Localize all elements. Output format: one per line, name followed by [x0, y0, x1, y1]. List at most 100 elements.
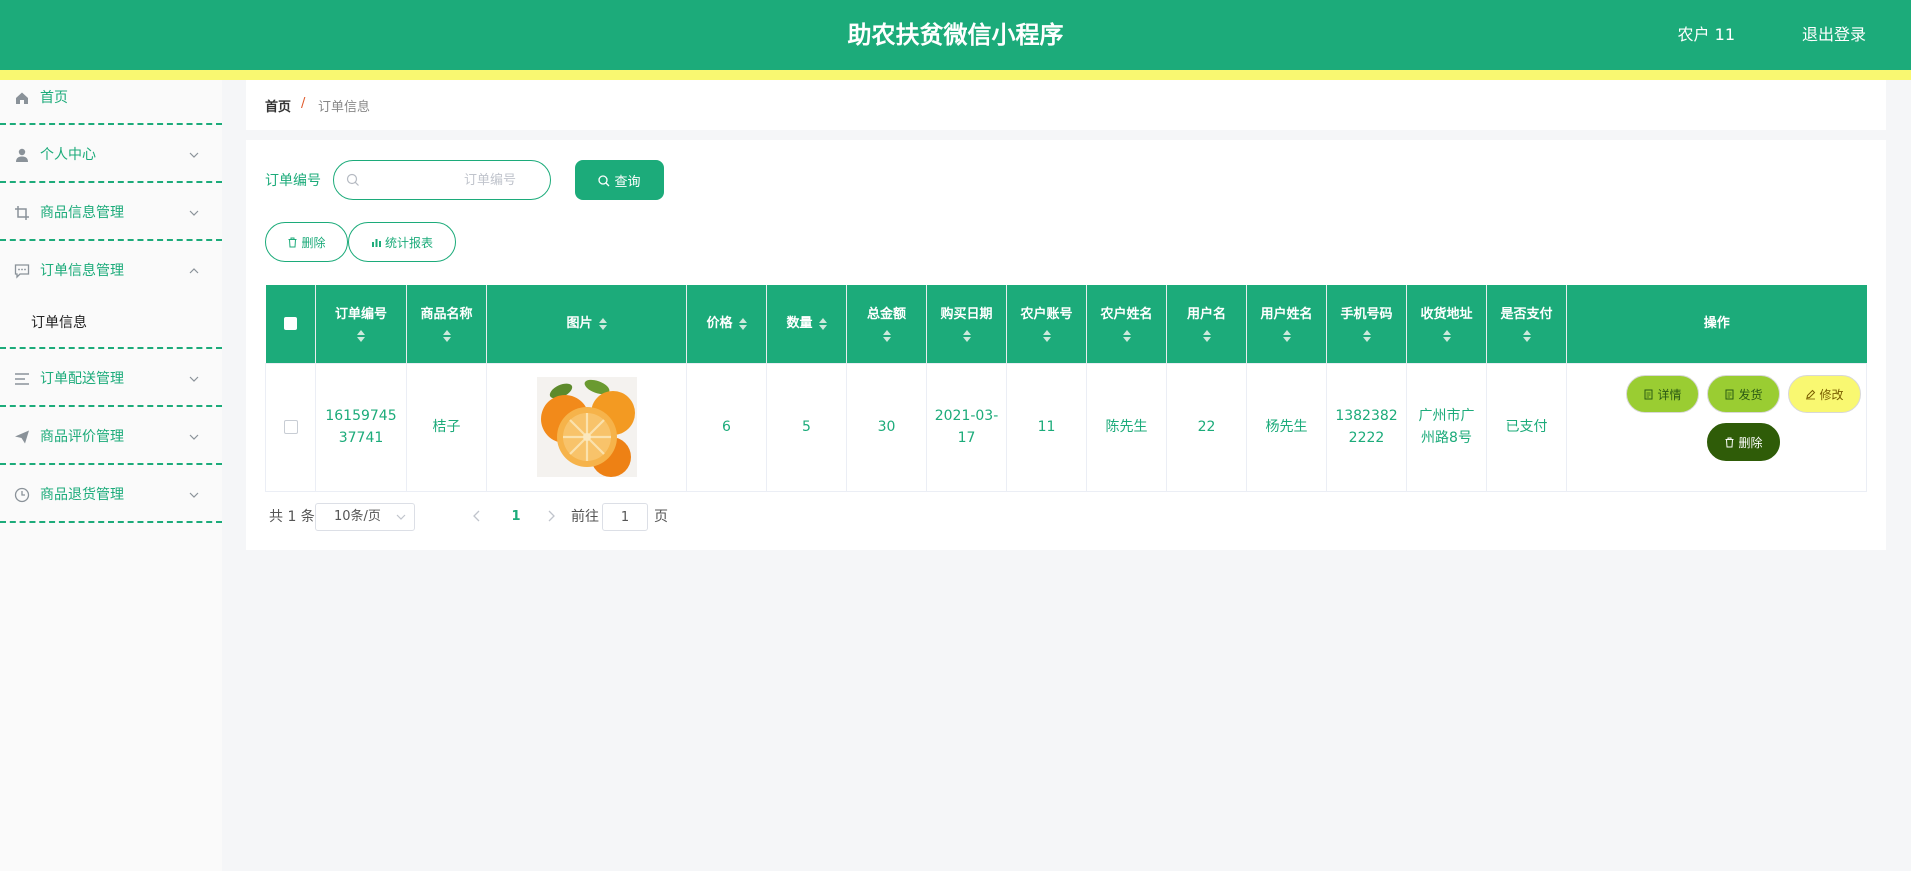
column-header-label: 用户姓名: [1260, 307, 1313, 323]
column-header-operations: 操作: [1566, 285, 1867, 363]
sort-icon[interactable]: [1442, 330, 1451, 343]
column-header-address[interactable]: 收货地址: [1406, 285, 1487, 363]
column-header-product[interactable]: 商品名称: [406, 285, 487, 363]
column-header-farmer-name[interactable]: 农户姓名: [1086, 285, 1167, 363]
chevron-up-icon: [189, 268, 199, 274]
breadcrumb: 首页 / 订单信息: [246, 80, 1886, 130]
sort-icon[interactable]: [357, 330, 365, 343]
order-table: 订单编号 商品名称 图片 价格 数量 总金额 购买日期 农户账号 农户姓名 用户…: [265, 285, 1867, 492]
batch-delete-button[interactable]: 删除: [265, 222, 348, 262]
column-header-label: 数量: [786, 316, 813, 332]
statistics-report-label: 统计报表: [384, 235, 433, 250]
sidebar-item-review-management[interactable]: 商品评价管理: [0, 407, 222, 465]
sort-icon[interactable]: [1042, 330, 1051, 343]
row-select-cell[interactable]: [265, 362, 316, 492]
cell-order-no: 1615974537741: [315, 362, 407, 492]
statistics-report-button[interactable]: 统计报表: [348, 222, 456, 262]
sort-icon[interactable]: [1122, 330, 1131, 343]
row-delete-button[interactable]: 删除: [1707, 423, 1780, 461]
column-header-price[interactable]: 价格: [686, 285, 767, 363]
chevron-down-icon: [189, 152, 199, 158]
current-user: 农户 11: [1677, 25, 1735, 44]
detail-button[interactable]: 详情: [1626, 375, 1699, 413]
sort-icon[interactable]: [882, 330, 891, 343]
sidebar-item-label: 首页: [40, 90, 68, 106]
tangerine-image: [536, 377, 637, 477]
sort-icon[interactable]: [1282, 330, 1291, 343]
ship-button[interactable]: 发货: [1707, 375, 1780, 413]
cell-paid: 已支付: [1486, 362, 1567, 492]
sidebar-item-delivery-management[interactable]: 订单配送管理: [0, 349, 222, 407]
goto-page-input[interactable]: [602, 503, 648, 531]
sort-icon[interactable]: [962, 330, 971, 343]
select-all-checkbox[interactable]: [283, 317, 297, 331]
goto-unit: 页: [654, 509, 668, 525]
sidebar-subitem-order-info[interactable]: 订单信息: [31, 313, 87, 333]
home-icon: [16, 92, 28, 104]
edit-icon: [1806, 389, 1816, 399]
sidebar-item-order-management[interactable]: 订单信息管理 订单信息: [0, 241, 222, 349]
chevron-down-icon: [189, 434, 199, 440]
sort-icon[interactable]: [598, 317, 607, 330]
edit-button[interactable]: 修改: [1788, 375, 1861, 413]
sort-icon[interactable]: [1522, 330, 1531, 343]
search-label: 订单编号: [265, 173, 321, 189]
breadcrumb-home[interactable]: 首页: [265, 96, 291, 115]
trash-icon: [1725, 437, 1734, 447]
page-size-select[interactable]: 10条/页: [315, 503, 415, 531]
sort-icon[interactable]: [818, 317, 827, 330]
sort-icon[interactable]: [442, 330, 451, 343]
cell-image: [486, 362, 687, 492]
header-select-all[interactable]: [265, 285, 316, 363]
column-header-paid[interactable]: 是否支付: [1486, 285, 1567, 363]
sidebar-item-product-management[interactable]: 商品信息管理: [0, 183, 222, 241]
current-page[interactable]: 1: [510, 507, 522, 527]
search-box: [333, 160, 551, 200]
column-header-date[interactable]: 购买日期: [926, 285, 1007, 363]
goto-label: 前往: [571, 509, 599, 525]
logout-button[interactable]: 退出登录: [1802, 0, 1866, 70]
header-accent-strip: [0, 70, 1911, 80]
user-icon: [16, 148, 28, 162]
cell-quantity: 5: [766, 362, 847, 492]
column-header-image[interactable]: 图片: [486, 285, 687, 363]
sort-icon[interactable]: [1202, 330, 1211, 343]
batch-delete-label: 删除: [301, 235, 326, 250]
sort-icon[interactable]: [1362, 330, 1371, 343]
order-number-input[interactable]: [368, 169, 538, 191]
column-header-quantity[interactable]: 数量: [766, 285, 847, 363]
column-header-order-no[interactable]: 订单编号: [315, 285, 407, 363]
cell-operations: 详情 发货 修改 删除: [1566, 362, 1867, 492]
prev-page-icon[interactable]: [471, 509, 483, 523]
edit-button-label: 修改: [1819, 387, 1844, 402]
column-header-total[interactable]: 总金额: [846, 285, 927, 363]
column-header-label: 商品名称: [420, 307, 473, 323]
sidebar-item-label: 个人中心: [40, 147, 96, 163]
detail-button-label: 详情: [1657, 387, 1682, 402]
column-header-farmer-account[interactable]: 农户账号: [1006, 285, 1087, 363]
query-button[interactable]: 查询: [575, 160, 664, 200]
chevron-down-icon: [189, 376, 199, 382]
row-delete-button-label: 删除: [1738, 435, 1763, 450]
sort-icon[interactable]: [738, 317, 747, 330]
sidebar-item-home[interactable]: 首页: [0, 80, 222, 125]
column-header-label: 购买日期: [940, 307, 993, 323]
sidebar-item-label: 订单配送管理: [40, 371, 124, 387]
list-icon: [15, 373, 29, 385]
column-header-user-fullname[interactable]: 用户姓名: [1246, 285, 1327, 363]
column-header-label: 是否支付: [1500, 307, 1553, 323]
next-page-icon[interactable]: [545, 509, 557, 523]
sidebar-item-personal-center[interactable]: 个人中心: [0, 125, 222, 183]
column-header-label: 农户账号: [1020, 307, 1073, 323]
pagination-total: 共 1 条: [269, 509, 315, 525]
row-checkbox[interactable]: [283, 420, 298, 434]
column-header-phone[interactable]: 手机号码: [1326, 285, 1407, 363]
column-header-label: 操作: [1703, 316, 1730, 332]
sidebar-item-label: 商品评价管理: [40, 429, 124, 445]
cell-date: 2021-03-17: [926, 362, 1007, 492]
document-icon: [1644, 389, 1653, 399]
chevron-down-icon: [189, 210, 199, 216]
sidebar-item-return-management[interactable]: 商品退货管理: [0, 465, 222, 523]
column-header-username[interactable]: 用户名: [1166, 285, 1247, 363]
column-header-label: 收货地址: [1420, 307, 1473, 323]
